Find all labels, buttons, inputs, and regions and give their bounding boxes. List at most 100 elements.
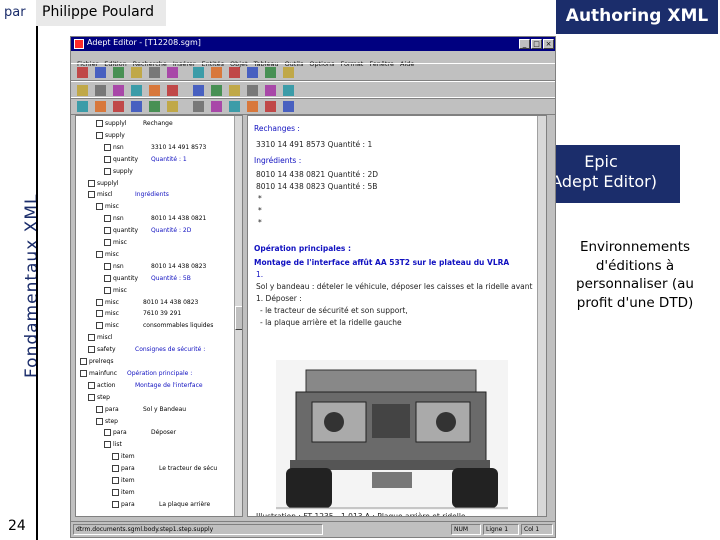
tree-node-item[interactable]: item — [112, 451, 159, 462]
tree-node-step[interactable]: step — [96, 416, 143, 427]
tag-b-icon[interactable] — [95, 101, 106, 112]
window-titlebar[interactable]: Adept Editor - [T12208.sgm] _ □ × — [71, 37, 555, 51]
document-line[interactable]: 8010 14 438 0823 Quantité : 5B — [256, 182, 377, 192]
document-scrollbar[interactable] — [537, 116, 546, 516]
tree-node-supplyl[interactable]: supplyl Rechange — [96, 118, 173, 129]
image-icon[interactable] — [211, 85, 222, 96]
document-line[interactable]: Montage de l'interface affût AA 53T2 sur… — [254, 258, 509, 268]
element-icon — [104, 286, 111, 294]
join-icon[interactable] — [95, 85, 106, 96]
tree-node-supply[interactable]: supply — [104, 166, 151, 177]
tree-node-tag: para — [105, 405, 119, 413]
tree-node-misc[interactable]: misc 7610 39 291 — [96, 308, 181, 319]
adept-editor-window[interactable]: Adept Editor - [T12208.sgm] _ □ × Fichie… — [70, 36, 556, 538]
undo-icon[interactable] — [211, 67, 222, 78]
document-line[interactable]: 1. — [256, 270, 263, 280]
change-icon[interactable] — [113, 85, 124, 96]
document-line[interactable]: - la plaque arrière et la ridelle gauche — [260, 318, 402, 328]
tree-node-para[interactable]: para La plaque arrière — [112, 499, 210, 510]
print-icon[interactable] — [131, 67, 142, 78]
tag-k-icon[interactable] — [265, 101, 276, 112]
arrow-icon[interactable] — [283, 85, 294, 96]
open-icon[interactable] — [95, 67, 106, 78]
zoom-icon[interactable] — [265, 85, 276, 96]
tag-f-icon[interactable] — [167, 101, 178, 112]
tree-node-nsn[interactable]: nsn 8010 14 438 0821 — [104, 213, 206, 224]
document-line[interactable]: Illustration : FT 1235 - 1.013 A : Plaqu… — [256, 512, 466, 516]
tag-c-icon[interactable] — [113, 101, 124, 112]
tree-node-miscl[interactable]: miscl — [88, 332, 135, 343]
tag-g-icon[interactable] — [193, 101, 204, 112]
tree-node-misc[interactable]: misc consommables liquides — [96, 320, 213, 331]
tree-node-supplyl[interactable]: supplyl — [88, 178, 135, 189]
tree-scrollbar[interactable] — [234, 116, 242, 516]
tree-node-quantity[interactable]: quantity Quantité : 1 — [104, 154, 187, 165]
document-pane[interactable]: Rechanges : 3310 14 491 8573 Quantité : 1… — [247, 115, 547, 517]
style-icon[interactable] — [167, 85, 178, 96]
tree-node-mainfunc[interactable]: mainfunc Opération principale : — [80, 368, 192, 379]
document-line[interactable]: * — [258, 194, 262, 204]
document-line[interactable]: 3310 14 491 8573 Quantité : 1 — [256, 140, 372, 150]
tag-a-icon[interactable] — [77, 101, 88, 112]
tree-node-item[interactable]: item — [112, 475, 159, 486]
tree-node-misc[interactable]: misc — [96, 201, 143, 212]
by-label: par — [4, 5, 26, 20]
tree-node-list[interactable]: list — [104, 439, 151, 450]
table-icon[interactable] — [193, 85, 204, 96]
copy-icon[interactable] — [167, 67, 178, 78]
tree-node-quantity[interactable]: quantity Quantité : 2D — [104, 225, 191, 236]
view-icon[interactable] — [247, 85, 258, 96]
find-icon[interactable] — [229, 67, 240, 78]
document-line[interactable]: Rechanges : — [254, 124, 300, 134]
edit-attributes-icon[interactable] — [283, 67, 294, 78]
minimize-button[interactable]: _ — [519, 39, 530, 49]
tag-j-icon[interactable] — [247, 101, 258, 112]
tree-node-safety[interactable]: safety Consignes de sécurité : — [88, 344, 205, 355]
document-line[interactable]: * — [258, 218, 262, 228]
spell-icon[interactable] — [247, 67, 258, 78]
tree-node-misc[interactable]: misc — [104, 285, 151, 296]
tree-node-supply[interactable]: supply — [96, 130, 143, 141]
split-icon[interactable] — [77, 85, 88, 96]
tree-node-para[interactable]: para Le tracteur de sécu — [112, 463, 217, 474]
link-icon[interactable] — [229, 85, 240, 96]
tree-node-miscl[interactable]: miscl Ingrédients — [88, 189, 169, 200]
tag-e-icon[interactable] — [149, 101, 160, 112]
app-icon[interactable] — [74, 39, 84, 49]
tree-node-action[interactable]: action Montage de l'interface — [88, 380, 203, 391]
delete-icon[interactable] — [131, 85, 142, 96]
tree-node-para[interactable]: para Déposer — [104, 427, 176, 438]
tag-i-icon[interactable] — [229, 101, 240, 112]
tree-node-value: consommables liquides — [143, 322, 214, 330]
cut-icon[interactable] — [149, 67, 160, 78]
document-line[interactable]: Sol y bandeau : dételer le véhicule, dép… — [256, 282, 532, 292]
document-line[interactable]: * — [258, 206, 262, 216]
paste-icon[interactable] — [193, 67, 204, 78]
tree-node-item[interactable]: item — [112, 487, 159, 498]
document-line[interactable]: Ingrédients : — [254, 156, 301, 166]
tree-node-prelreqs[interactable]: prelreqs — [80, 356, 127, 367]
document-line[interactable]: - le tracteur de sécurité et son support… — [260, 306, 408, 316]
tree-node-quantity[interactable]: quantity Quantité : 5B — [104, 273, 191, 284]
maximize-button[interactable]: □ — [531, 39, 542, 49]
tag-d-icon[interactable] — [131, 101, 142, 112]
save-icon[interactable] — [113, 67, 124, 78]
new-doc-icon[interactable] — [77, 67, 88, 78]
structure-tree-pane[interactable]: supplyl Rechange supply nsn 3310 14 491 8573… — [75, 115, 243, 517]
tree-node-misc[interactable]: misc — [96, 249, 143, 260]
tag-l-icon[interactable] — [283, 101, 294, 112]
tree-node-misc[interactable]: misc 8010 14 438 0823 — [96, 297, 198, 308]
document-line[interactable]: Opération principales : — [254, 244, 351, 254]
tree-node-step[interactable]: step — [88, 392, 135, 403]
document-line[interactable]: 8010 14 438 0821 Quantité : 2D — [256, 170, 378, 180]
close-button[interactable]: × — [543, 39, 554, 49]
insert-element-icon[interactable] — [265, 67, 276, 78]
tree-scroll-thumb[interactable] — [235, 306, 242, 330]
document-line[interactable]: 1. Déposer : — [256, 294, 302, 304]
symbol-icon[interactable] — [149, 85, 160, 96]
tree-node-nsn[interactable]: nsn 3310 14 491 8573 — [104, 142, 206, 153]
tag-h-icon[interactable] — [211, 101, 222, 112]
tree-node-para[interactable]: para Sol y Bandeau — [96, 404, 186, 415]
tree-node-nsn[interactable]: nsn 8010 14 438 0823 — [104, 261, 206, 272]
tree-node-misc[interactable]: misc — [104, 237, 151, 248]
